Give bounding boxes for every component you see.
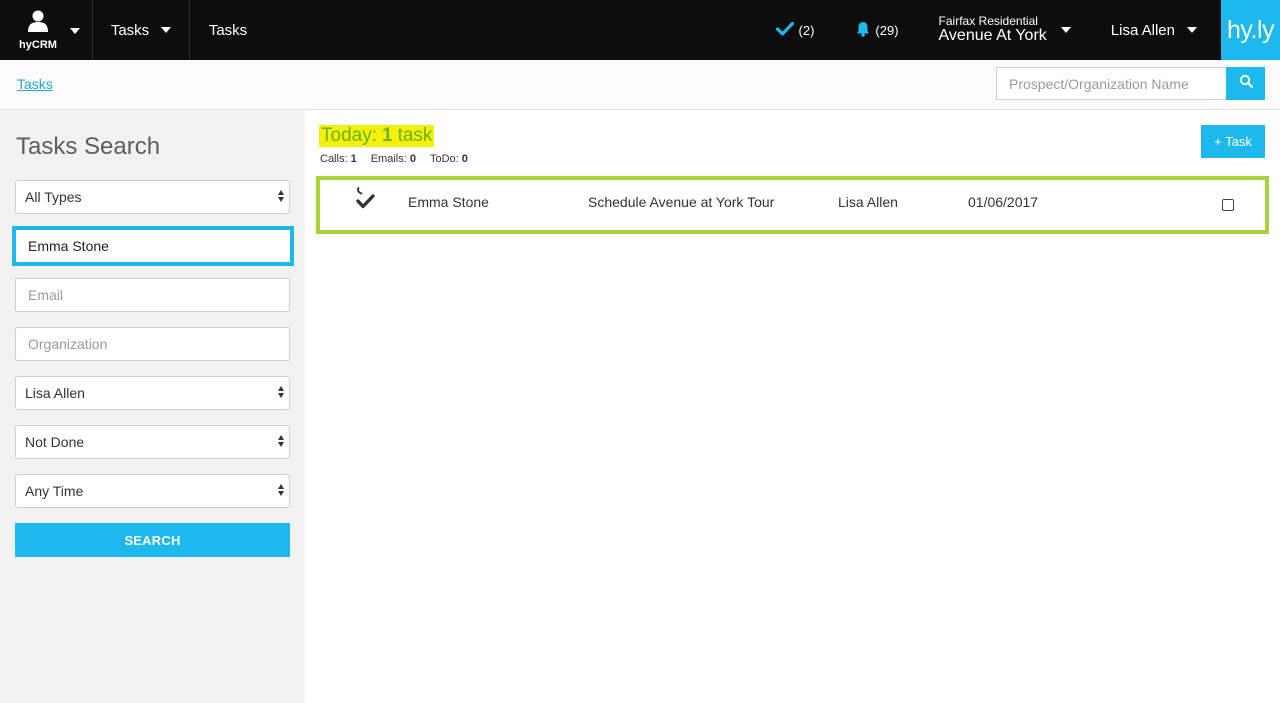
nav-tasks-link[interactable]: Tasks [190, 0, 266, 60]
tasks-count: (2) [798, 22, 815, 38]
user-icon [27, 10, 49, 37]
property-name: Avenue At York [938, 26, 1047, 44]
nav-tasks-dropdown[interactable]: Tasks [93, 0, 190, 60]
sidebar-title: Tasks Search [16, 133, 161, 160]
top-navbar: hyCRM Tasks Tasks (2) (29) Fairfax Resid… [0, 0, 1280, 60]
chevron-down-icon [70, 28, 80, 34]
email-input[interactable]: Email [15, 278, 290, 312]
task-type-select[interactable]: All Types [15, 180, 290, 214]
today-suffix: task [397, 125, 433, 146]
checkmark-icon [775, 21, 794, 39]
status-value: Not Done [25, 434, 85, 450]
nav-tasks-link-label: Tasks [208, 21, 248, 39]
assignee-value: Lisa Allen [25, 385, 85, 401]
search-icon [1239, 74, 1253, 93]
prospect-search-button[interactable] [1226, 67, 1265, 100]
select-arrows-icon [278, 190, 284, 202]
stat-emails: Emails: 0 [370, 153, 416, 165]
select-arrows-icon [278, 386, 284, 398]
tasks-search-panel: Tasks Search All Types Emma Stone Email … [0, 110, 305, 703]
user-menu[interactable]: Lisa Allen [1111, 0, 1197, 60]
task-title[interactable]: Schedule Avenue at York Tour [588, 194, 774, 210]
select-arrows-icon [278, 435, 284, 447]
chevron-down-icon [1060, 27, 1071, 33]
add-task-button[interactable]: + Task [1201, 125, 1265, 158]
today-prefix: Today: [321, 125, 377, 146]
time-select[interactable]: Any Time [15, 474, 290, 508]
email-placeholder: Email [28, 287, 64, 303]
task-contact[interactable]: Emma Stone [408, 194, 489, 210]
status-select[interactable]: Not Done [15, 425, 290, 459]
tasks-counter[interactable]: (2) [775, 0, 815, 60]
user-name: Lisa Allen [1110, 21, 1175, 39]
prospect-search-input[interactable] [996, 67, 1226, 100]
task-done-checkbox[interactable] [1222, 199, 1234, 211]
task-stats: Calls: 1 Emails: 0 ToDo: 0 [320, 153, 468, 165]
select-arrows-icon [278, 484, 284, 496]
task-type-value: All Types [25, 189, 82, 205]
breadcrumb-tasks[interactable]: Tasks [17, 76, 53, 92]
stat-calls: Calls: 1 [320, 153, 357, 165]
task-date: 01/06/2017 [968, 194, 1039, 210]
today-summary: Today: 1 task [319, 125, 435, 147]
assignee-select[interactable]: Lisa Allen [15, 376, 290, 410]
subheader: Tasks [0, 60, 1280, 110]
task-assignee: Lisa Allen [838, 194, 898, 210]
nav-tasks-dropdown-label: Tasks [110, 21, 150, 39]
today-count: 1 [381, 125, 393, 146]
brand-label: hyCRM [19, 38, 57, 51]
hyly-logo[interactable]: hy.ly [1221, 0, 1280, 60]
chevron-down-icon [161, 27, 172, 33]
organization-placeholder: Organization [28, 336, 108, 352]
organization-input[interactable]: Organization [15, 327, 290, 361]
property-org: Fairfax Residential [938, 14, 1038, 29]
phone-check-icon [356, 186, 376, 217]
time-value: Any Time [25, 483, 84, 499]
search-button[interactable]: SEARCH [15, 523, 290, 557]
stat-todo: ToDo: 0 [429, 153, 468, 165]
bell-icon [856, 21, 870, 40]
brand-menu[interactable]: hyCRM [0, 0, 93, 60]
alerts-counter[interactable]: (29) [856, 0, 899, 60]
name-input-value: Emma Stone [28, 238, 109, 254]
chevron-down-icon [1187, 27, 1197, 33]
table-row[interactable]: Emma Stone Schedule Avenue at York Tour … [316, 176, 1269, 234]
name-input[interactable]: Emma Stone [12, 226, 294, 266]
alerts-count: (29) [875, 22, 899, 38]
property-selector[interactable]: Fairfax Residential Avenue At York [939, 0, 1071, 60]
